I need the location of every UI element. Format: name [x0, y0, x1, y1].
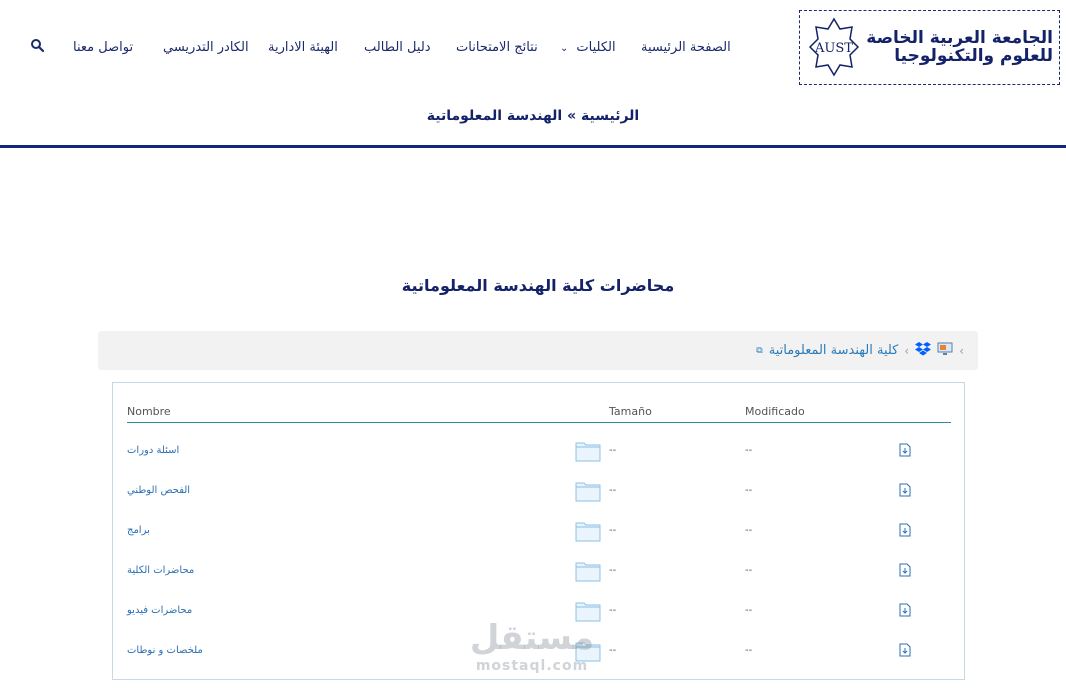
column-size[interactable]: Tamaño [609, 405, 652, 418]
path-folder-link[interactable]: كلية الهندسة المعلوماتية [769, 343, 899, 358]
download-icon[interactable] [899, 523, 911, 537]
file-name[interactable]: محاضرات الكلية [127, 565, 194, 576]
table-header: Nombre Tamaño Modificado [127, 403, 951, 423]
file-name[interactable]: برامج [127, 525, 150, 536]
table-row[interactable]: برامج -- -- [127, 512, 951, 552]
nav-contact[interactable]: تواصل معنا [73, 38, 133, 58]
file-modified: -- [745, 445, 753, 456]
dropbox-icon[interactable] [915, 341, 932, 360]
watermark-arabic: مستقل [469, 618, 595, 658]
logo-line-1: الجامعة العربية الخاصة [866, 27, 1053, 48]
folder-icon [575, 522, 601, 542]
nav-admin-staff[interactable]: الهيئة الادارية [268, 38, 338, 58]
file-modified: -- [745, 565, 753, 576]
file-name[interactable]: اسئلة دورات [127, 445, 179, 456]
university-seal-icon: AUST [808, 17, 860, 79]
folder-icon [575, 442, 601, 462]
computer-icon[interactable] [937, 341, 953, 360]
file-size: -- [609, 525, 617, 536]
download-icon[interactable] [899, 483, 911, 497]
file-name[interactable]: محاضرات فيديو [127, 605, 192, 616]
file-name[interactable]: ملخصات و نوطات [127, 645, 203, 656]
nav-teaching-staff[interactable]: الكادر التدريسي [163, 38, 249, 58]
path-separator-icon: ‹ [904, 343, 910, 358]
breadcrumb: الرئيسية » الهندسة المعلوماتية [426, 108, 640, 124]
header-divider [0, 145, 1066, 148]
file-size: -- [609, 485, 617, 496]
page-title: محاضرات كلية الهندسة المعلوماتية [401, 276, 675, 295]
file-path-bar: ⧉ كلية الهندسة المعلوماتية ‹ ‹ [98, 331, 978, 370]
download-icon[interactable] [899, 563, 911, 577]
path-back-icon[interactable]: ‹ [959, 344, 964, 358]
logo-line-2: للعلوم والتكنولوجيا [894, 45, 1053, 66]
file-modified: -- [745, 485, 753, 496]
site-logo[interactable]: AUST الجامعة العربية الخاصة للعلوم والتك… [799, 10, 1060, 85]
mostaql-watermark: مستقل mostaql.com [462, 618, 602, 682]
table-row[interactable]: محاضرات الكلية -- -- [127, 552, 951, 592]
file-name[interactable]: الفحص الوطني [127, 485, 190, 496]
file-modified: -- [745, 605, 753, 616]
folder-icon [575, 562, 601, 582]
file-modified: -- [745, 525, 753, 536]
file-size: -- [609, 645, 617, 656]
folder-icon [575, 482, 601, 502]
download-icon[interactable] [899, 643, 911, 657]
nav-student-guide[interactable]: دليل الطالب [364, 38, 431, 58]
watermark-latin: mostaql.com [475, 658, 589, 674]
nav-faculties[interactable]: الكليات ⌄ [560, 38, 616, 59]
search-icon[interactable] [30, 38, 46, 54]
table-row[interactable]: اسئلة دورات -- -- [127, 432, 951, 472]
table-row[interactable]: الفحص الوطني -- -- [127, 472, 951, 512]
logo-text: الجامعة العربية الخاصة للعلوم والتكنولوج… [866, 27, 1053, 66]
nav-home[interactable]: الصفحة الرئيسية [641, 38, 731, 58]
download-icon[interactable] [899, 443, 911, 457]
column-name[interactable]: Nombre [127, 405, 171, 418]
file-size: -- [609, 445, 617, 456]
svg-text:AUST: AUST [814, 41, 853, 56]
nav-faculties-label: الكليات [576, 40, 616, 55]
file-modified: -- [745, 645, 753, 656]
file-size: -- [609, 565, 617, 576]
external-link-icon[interactable]: ⧉ [756, 346, 762, 356]
column-modified[interactable]: Modificado [745, 405, 805, 418]
main-nav: الصفحة الرئيسية الكليات ⌄ نتائج الامتحانا… [0, 38, 760, 60]
chevron-down-icon: ⌄ [560, 43, 569, 54]
nav-exam-results[interactable]: نتائج الامتحانات [456, 38, 538, 58]
download-icon[interactable] [899, 603, 911, 617]
file-size: -- [609, 605, 617, 616]
